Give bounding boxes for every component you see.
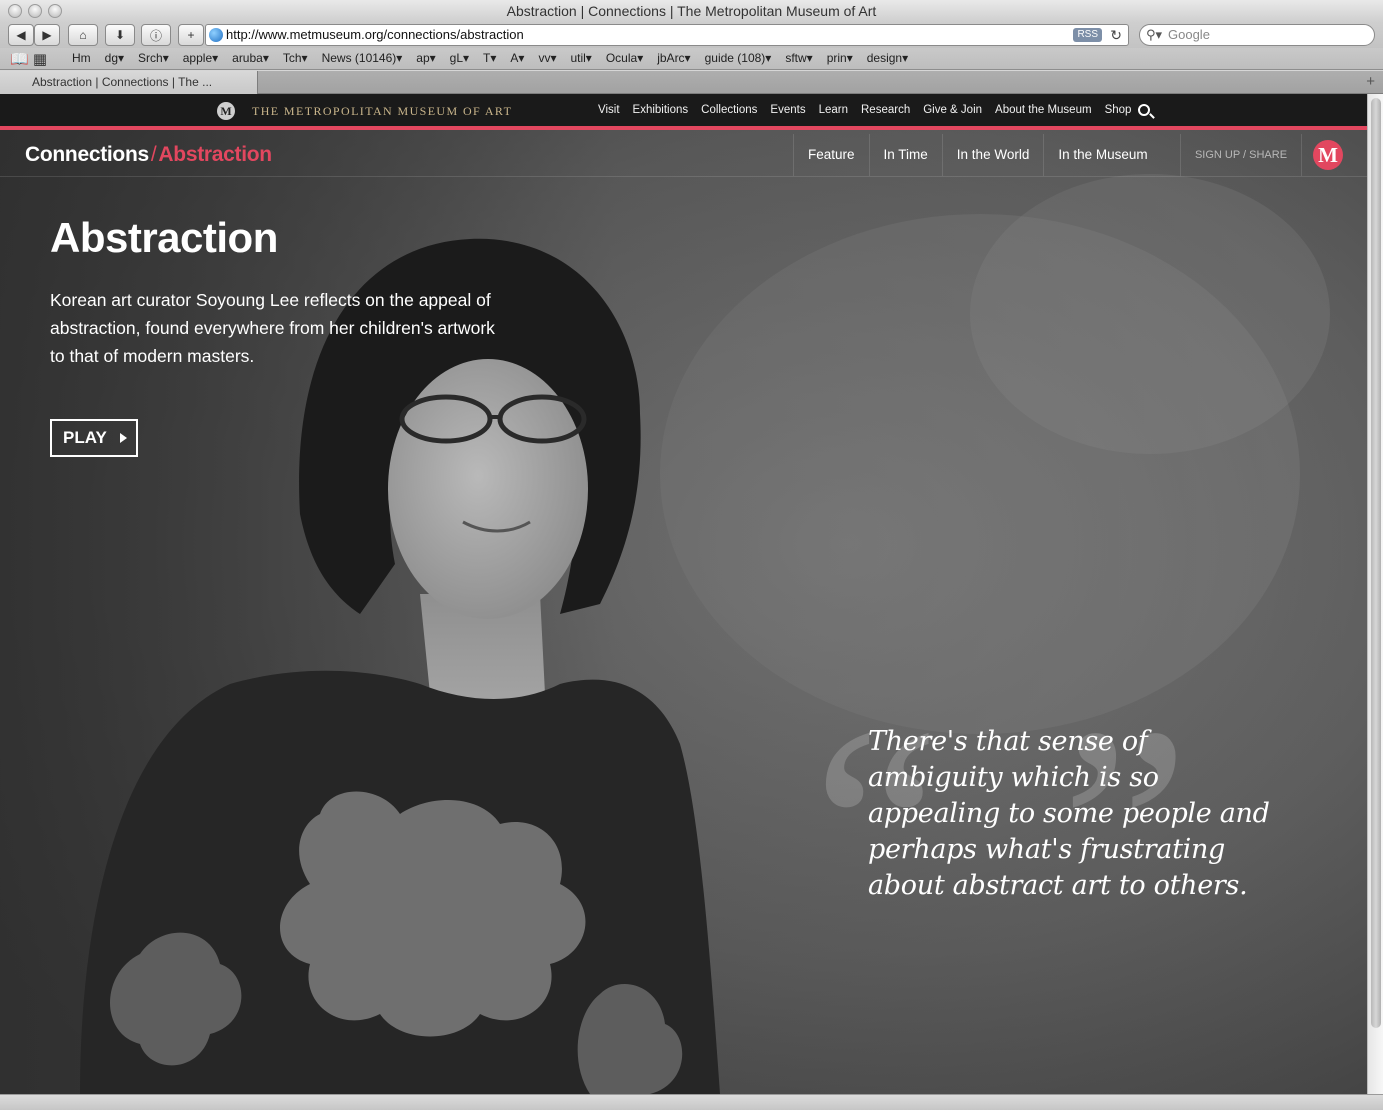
page-title: Abstraction (50, 214, 278, 261)
globe-icon (209, 28, 223, 42)
bookmark-item[interactable]: design▾ (867, 48, 908, 69)
bookmark-item[interactable]: guide (108)▾ (705, 48, 772, 69)
met-m-badge[interactable]: M (1313, 140, 1343, 170)
pull-quote: There's that sense of ambiguity which is… (868, 726, 1270, 901)
bookmark-item[interactable]: Srch▾ (138, 48, 169, 69)
bookmark-item[interactable]: T▾ (483, 48, 496, 69)
search-icon: ⚲▾ (1146, 27, 1163, 42)
museum-name[interactable]: THE METROPOLITAN MUSEUM OF ART (252, 104, 512, 119)
bookmark-item[interactable]: apple▾ (183, 48, 218, 69)
close-window-button[interactable] (8, 4, 22, 18)
browser-toolbar: ◀ ▶ ⌂ ⬇ ⓘ + http://www.metmuseum.org/con… (0, 22, 1383, 48)
nav-item-events[interactable]: Events (770, 104, 805, 116)
bookmark-item[interactable]: prin▾ (827, 48, 853, 69)
home-icon: ⌂ (79, 28, 87, 42)
page-viewport: M THE METROPOLITAN MUSEUM OF ART Visit Ex… (0, 94, 1367, 1094)
window-title: Abstraction | Connections | The Metropol… (506, 3, 877, 19)
section-nav: Feature In Time In the World In the Museum (793, 134, 1162, 176)
window-titlebar: Abstraction | Connections | The Metropol… (0, 0, 1383, 22)
minimize-window-button[interactable] (28, 4, 42, 18)
browser-tab[interactable]: Abstraction | Connections | The ... (0, 71, 258, 94)
url-text: http://www.metmuseum.org/connections/abs… (226, 27, 524, 42)
bookmark-item[interactable]: sftw▾ (785, 48, 812, 69)
bookmarks-icon[interactable]: 📖 ▦ (10, 50, 47, 68)
vertical-scrollbar[interactable] (1367, 94, 1383, 1094)
breadcrumb-current: Abstraction (158, 143, 272, 166)
bookmark-item[interactable]: jbArc▾ (657, 48, 690, 69)
nav-item-visit[interactable]: Visit (598, 104, 620, 116)
bookmark-item[interactable]: gL▾ (450, 48, 469, 69)
breadcrumb: Connections/Abstraction (25, 143, 272, 167)
tab-in-time[interactable]: In Time (868, 134, 942, 176)
play-label: PLAY (63, 428, 107, 447)
forward-arrow-icon: ▶ (42, 28, 52, 42)
connections-header: Connections/Abstraction Feature In Time In… (0, 134, 1367, 177)
plus-icon: + (187, 28, 195, 42)
met-logo[interactable]: M (217, 102, 235, 120)
bookmark-item[interactable]: util▾ (570, 48, 591, 69)
breadcrumb-separator: / (150, 143, 157, 166)
nav-item-learn[interactable]: Learn (819, 104, 848, 116)
status-bar (0, 1094, 1383, 1110)
bookmark-item[interactable]: Tch▾ (283, 48, 308, 69)
scrollbar-thumb[interactable] (1371, 98, 1381, 1028)
info-icon: ⓘ (149, 28, 162, 43)
home-button[interactable]: ⌂ (68, 24, 98, 46)
search-icon[interactable] (1138, 104, 1150, 116)
play-icon (120, 433, 127, 443)
forward-button[interactable]: ▶ (34, 24, 60, 46)
download-icon: ⬇ (114, 28, 126, 42)
add-bookmark-button[interactable]: + (178, 24, 204, 46)
tab-in-the-museum[interactable]: In the Museum (1043, 134, 1161, 176)
nav-item-shop[interactable]: Shop (1105, 104, 1132, 116)
back-button[interactable]: ◀ (8, 24, 34, 46)
search-placeholder: Google (1168, 27, 1210, 42)
tab-feature[interactable]: Feature (793, 134, 869, 176)
bookmark-item[interactable]: ap▾ (416, 48, 435, 69)
main-nav: Visit Exhibitions Collections Events Learn Re… (598, 104, 1144, 116)
nav-item-exhibitions[interactable]: Exhibitions (633, 104, 689, 116)
nav-item-give-join[interactable]: Give & Join (923, 104, 982, 116)
bookmark-item[interactable]: vv▾ (538, 48, 556, 69)
hero-description: Korean art curator Soyoung Lee reflects … (50, 290, 495, 366)
tab-in-the-world[interactable]: In the World (941, 134, 1044, 176)
rss-button[interactable]: RSS (1073, 28, 1102, 42)
play-button[interactable]: PLAY (50, 419, 138, 457)
bookmark-item[interactable]: News (10146)▾ (322, 48, 403, 69)
nav-item-about-the-museum[interactable]: About the Museum (995, 104, 1092, 116)
bookmarks-list: Hm dg▾ Srch▾ apple▾ aruba▾ Tch▾ News (10146)▾ a… (72, 48, 922, 69)
nav-item-collections[interactable]: Collections (701, 104, 757, 116)
new-tab-icon[interactable]: + (1366, 73, 1375, 90)
bookmark-item[interactable]: aruba▾ (232, 48, 269, 69)
tab-bar: Abstraction | Connections | The ... + (0, 71, 1383, 94)
reload-icon[interactable]: ↻ (1110, 25, 1122, 45)
search-field[interactable]: ⚲▾ Google (1139, 24, 1375, 46)
met-header: M THE METROPOLITAN MUSEUM OF ART Visit Ex… (0, 94, 1367, 130)
address-bar[interactable]: http://www.metmuseum.org/connections/abs… (205, 24, 1129, 46)
nav-item-research[interactable]: Research (861, 104, 910, 116)
bookmark-item[interactable]: Ocula▾ (606, 48, 643, 69)
bookmark-item[interactable]: dg▾ (105, 48, 124, 69)
breadcrumb-section[interactable]: Connections (25, 143, 149, 166)
back-arrow-icon: ◀ (16, 28, 26, 42)
bookmark-item[interactable]: Hm (72, 48, 91, 69)
downloads-button[interactable]: ⬇ (105, 24, 135, 46)
bookmark-item[interactable]: A▾ (510, 48, 524, 69)
bookmarks-bar: 📖 ▦ Hm dg▾ Srch▾ apple▾ aruba▾ Tch▾ News (1014… (0, 48, 1383, 70)
zoom-window-button[interactable] (48, 4, 62, 18)
info-button[interactable]: ⓘ (141, 24, 171, 46)
signup-share-button[interactable]: SIGN UP / SHARE (1180, 134, 1302, 176)
